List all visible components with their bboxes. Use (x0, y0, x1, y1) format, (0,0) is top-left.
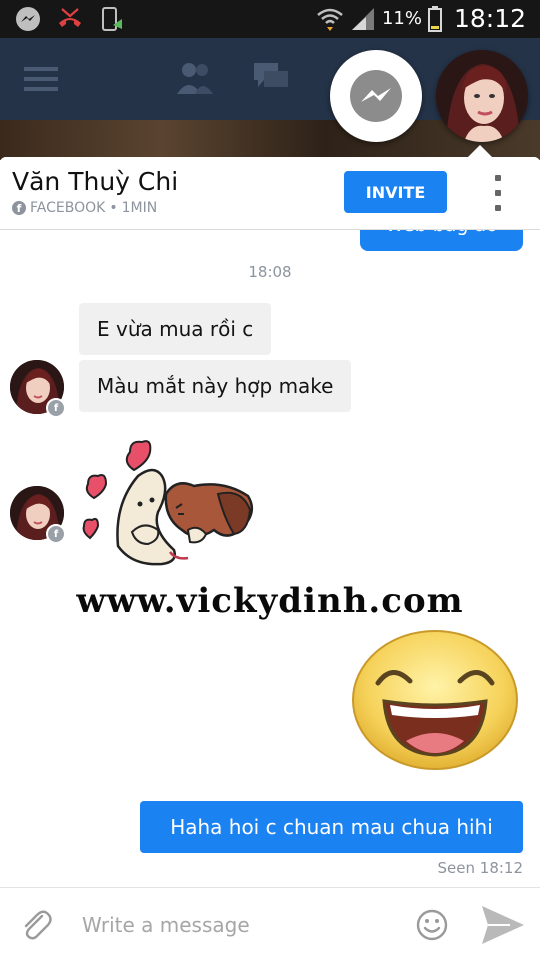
seen-receipt: Seen 18:12 (437, 859, 523, 877)
outgoing-message[interactable]: Haha hoi c chuan mau chua hihi (140, 801, 523, 853)
thread-timestamp: 18:08 (248, 263, 292, 281)
watermark-text: www.vickydinh.com (76, 581, 464, 621)
facebook-badge-icon: f (46, 398, 66, 418)
notification-icons (14, 5, 126, 33)
wifi-icon (317, 8, 343, 31)
message-thread[interactable]: Web bag ao 18:08 E vừa mua rồi c Màu mắt… (0, 215, 540, 887)
laughing-emoji-icon[interactable] (350, 629, 520, 771)
send-icon[interactable] (480, 904, 526, 946)
contact-source: FACEBOOK (30, 200, 106, 216)
menu-icon[interactable] (24, 64, 58, 94)
avatar-photo (436, 50, 528, 142)
more-options-icon[interactable] (490, 175, 506, 211)
facebook-icon: f (12, 201, 26, 215)
messages-icon[interactable] (252, 60, 290, 96)
battery-icon (427, 5, 442, 32)
messenger-chat-head[interactable] (330, 50, 422, 142)
screen-rotate-icon (102, 7, 122, 31)
incoming-message[interactable]: E vừa mua rồi c (79, 303, 272, 355)
chat-panel: Văn Thuỳ Chi f FACEBOOK • 1MIN INVITE We… (0, 157, 540, 960)
attachment-icon[interactable] (20, 908, 52, 942)
message-input[interactable] (82, 910, 392, 940)
love-hug-sticker-icon[interactable] (78, 434, 263, 584)
messenger-icon (350, 70, 402, 122)
battery-percent: 11% (381, 8, 422, 29)
status-bar: 11% 18:12 (0, 0, 540, 38)
separator-dot: • (109, 200, 118, 216)
facebook-badge-icon: f (46, 524, 66, 544)
signal-icon (351, 7, 374, 30)
contact-chat-head-avatar[interactable] (436, 50, 528, 142)
chat-head-pointer (468, 145, 492, 157)
incoming-message[interactable]: Màu mắt này hợp make (79, 360, 352, 412)
clock: 18:12 (453, 4, 526, 33)
contact-name[interactable]: Văn Thuỳ Chi (12, 167, 178, 196)
missed-call-icon (59, 8, 81, 27)
friends-icon[interactable] (175, 60, 215, 96)
contact-active-time: 1MIN (121, 200, 158, 216)
contact-source-line: f FACEBOOK • 1MIN (12, 200, 157, 216)
message-composer (0, 887, 540, 960)
emoji-icon[interactable] (415, 908, 449, 942)
chat-header: Văn Thuỳ Chi f FACEBOOK • 1MIN INVITE (0, 157, 540, 230)
system-indicators: 11% 18:12 (316, 4, 526, 33)
invite-button[interactable]: INVITE (344, 171, 447, 213)
messenger-icon (16, 7, 40, 31)
